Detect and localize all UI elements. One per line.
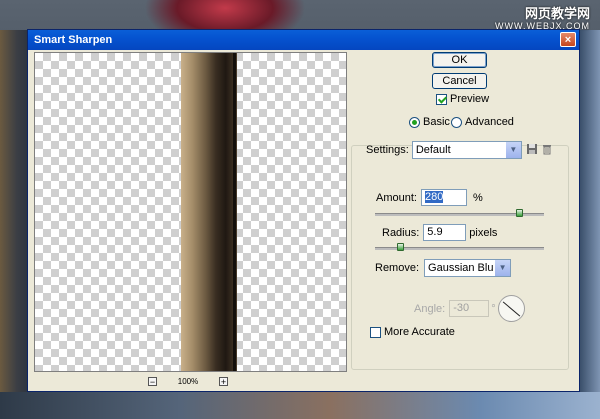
zoom-controls: − 100% + [148, 374, 228, 388]
radius-label: Radius: [382, 226, 420, 239]
title-bar[interactable]: Smart Sharpen × [28, 30, 579, 50]
angle-row: Angle: -30 ° [414, 300, 496, 317]
settings-value: Default [415, 144, 451, 156]
basic-label: Basic [423, 116, 450, 128]
chevron-down-icon: ▼ [494, 260, 511, 276]
radius-slider-thumb[interactable] [397, 243, 405, 251]
settings-row: Settings: Default ▼ [366, 141, 553, 159]
preview-option[interactable]: Preview [436, 93, 489, 105]
radius-input[interactable]: 5.9 [423, 224, 467, 241]
settings-label: Settings: [366, 144, 409, 156]
zoom-out-button[interactable]: − [148, 376, 157, 386]
window-title: Smart Sharpen [34, 34, 113, 46]
remove-row: Remove: Gaussian Blur ▼ [375, 259, 512, 277]
more-accurate-label: More Accurate [384, 326, 455, 338]
mode-advanced[interactable]: Advanced [451, 116, 514, 128]
angle-unit: ° [491, 302, 496, 315]
remove-value: Gaussian Blur [428, 262, 498, 274]
ok-button[interactable]: OK [432, 52, 487, 68]
more-accurate-checkbox[interactable] [370, 326, 381, 338]
angle-dial [498, 295, 525, 322]
amount-row: Amount: 280 % [376, 189, 483, 206]
preview-image-pole [181, 53, 237, 371]
disk-icon[interactable] [526, 143, 538, 158]
angle-input: -30 [449, 300, 490, 317]
radius-unit: pixels [469, 226, 498, 239]
chevron-down-icon: ▼ [504, 142, 521, 158]
settings-select[interactable]: Default ▼ [411, 141, 522, 159]
background-photo-bottom [0, 392, 600, 419]
amount-value: 280 [424, 191, 444, 203]
cancel-button[interactable]: Cancel [432, 73, 487, 89]
preview-label: Preview [450, 93, 490, 105]
preview-image-pole-edge [233, 53, 236, 371]
mode-basic[interactable]: Basic [409, 116, 450, 128]
amount-slider-thumb[interactable] [515, 209, 523, 217]
amount-input[interactable]: 280 [420, 189, 467, 206]
zoom-level: 100% [177, 376, 199, 386]
remove-select[interactable]: Gaussian Blur ▼ [424, 259, 512, 277]
watermark-title: 网页教学网 [524, 6, 590, 21]
radius-row: Radius: 5.9 pixels [382, 224, 497, 241]
more-accurate-option[interactable]: More Accurate [370, 326, 455, 338]
close-button[interactable]: × [560, 32, 576, 47]
angle-value: -30 [453, 302, 470, 314]
background-photo-left [0, 30, 28, 419]
amount-label: Amount: [376, 191, 417, 204]
angle-dial-needle [502, 301, 521, 317]
trash-icon[interactable] [541, 143, 553, 158]
amount-unit: % [472, 191, 483, 204]
angle-label: Angle: [414, 302, 446, 315]
radius-value: 5.9 [427, 226, 443, 238]
preview-canvas[interactable] [34, 52, 347, 372]
preview-checkbox[interactable] [436, 93, 447, 105]
background-photo-right [580, 30, 600, 419]
zoom-in-button[interactable]: + [219, 376, 228, 386]
advanced-label: Advanced [465, 116, 514, 128]
remove-label: Remove: [375, 262, 420, 274]
smart-sharpen-dialog: Smart Sharpen × − 100% + OK Cancel Previ… [27, 29, 580, 392]
advanced-radio[interactable] [451, 116, 462, 128]
basic-radio[interactable] [409, 116, 420, 128]
